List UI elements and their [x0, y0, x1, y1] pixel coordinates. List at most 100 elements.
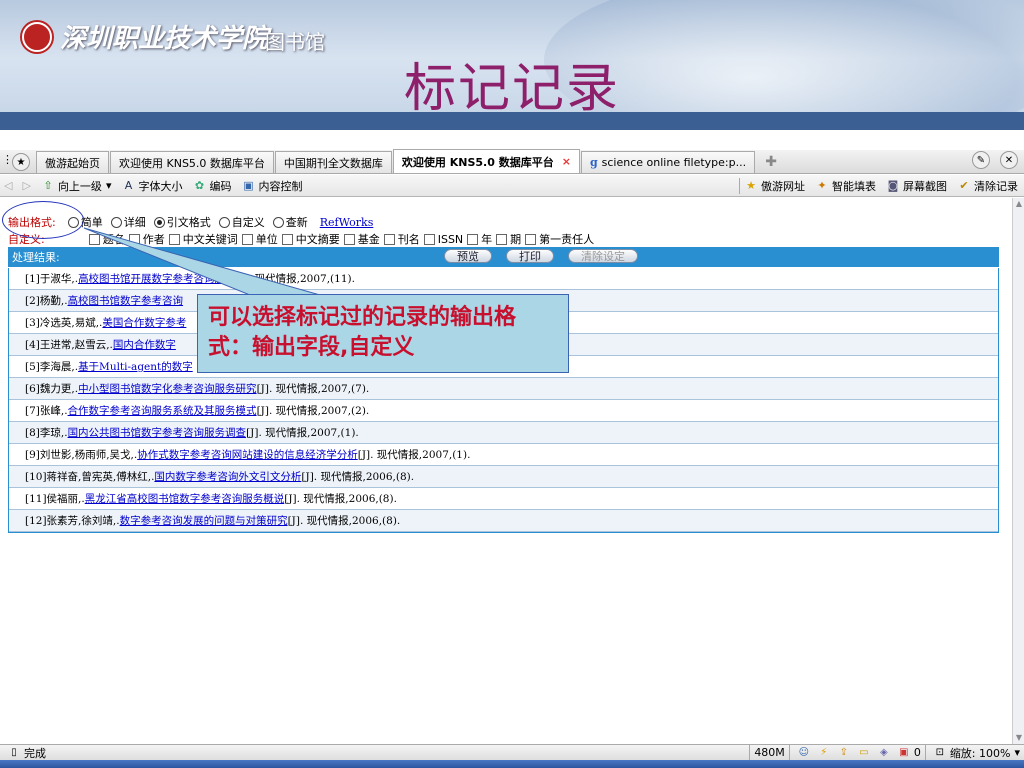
status-text: 完成: [24, 746, 46, 760]
font-icon: A: [124, 178, 133, 192]
custom-fields-row: 自定义: 题名 作者 中文关键词 单位 中文摘要 基金 刊名 ISSN 年 期 …: [8, 232, 595, 247]
record-title-link[interactable]: 协作式数字参考咨询网站建设的信息经济学分析: [137, 447, 358, 462]
field-checkbox[interactable]: [343, 233, 355, 245]
field-checkbox[interactable]: [383, 233, 395, 245]
record-title-link[interactable]: 数字参考咨询发展的问题与对策研究: [120, 513, 288, 528]
highlight-ellipse: [2, 201, 84, 239]
browser-toolbar: ◁ ▷ ⇧ 向上一级 ▾ A 字体大小 ✿ 编码 ▣ 内容控制 ★ 傲游网址 ✦ 智能填表 ◙…: [0, 175, 1024, 197]
user-icon[interactable]: ☺: [797, 747, 811, 759]
record-title-link[interactable]: 国内公共图书馆数字参考咨询服务调查: [68, 425, 247, 440]
page-icon: ▯: [11, 746, 17, 758]
banner-stripe: [0, 112, 1024, 130]
radio-detailed[interactable]: [110, 216, 122, 228]
record-row: [12]张素芳,徐刘靖,. 数字参考咨询发展的问题与对策研究 [J]. 现代情报,2…: [9, 510, 998, 532]
camera-icon: ◙: [887, 178, 899, 192]
up-level-button[interactable]: ⇧ 向上一级 ▾: [41, 178, 111, 194]
scroll-up-icon[interactable]: ▲: [1013, 198, 1024, 210]
tools-wrench-icon[interactable]: ✎: [972, 151, 990, 169]
record-row: [11]侯福丽,. 黑龙江省高校图书馆数字参考咨询服务概说 [J]. 现代情报,20…: [9, 488, 998, 510]
field-checkbox[interactable]: [525, 233, 537, 245]
callout-box: 可以选择标记过的记录的输出格式：输出字段,自定义: [197, 294, 569, 373]
tab-kns-1[interactable]: 欢迎使用 KNS5.0 数据库平台: [110, 151, 274, 173]
smart-fill-button[interactable]: ✦ 智能填表: [815, 178, 876, 194]
shield-icon[interactable]: ◈: [877, 747, 891, 759]
refworks-link[interactable]: RefWorks: [320, 216, 374, 229]
tab-cnki-journal[interactable]: 中国期刊全文数据库: [274, 151, 392, 173]
zoom-level[interactable]: 缩放: 100%: [950, 745, 1011, 761]
status-bar: ▯ 完成 480M ☺ ⚡ ⇪ ▭ ◈ ▣ 0 ⊡ 缩放: 100% ▾: [0, 744, 1024, 761]
record-row: [8]李琼,. 国内公共图书馆数字参考咨询服务调查 [J]. 现代情报,2007,(…: [9, 422, 998, 444]
record-row: [6]魏力更,. 中小型图书馆数字化参考咨询服务研究 [J]. 现代情报,2007,…: [9, 378, 998, 400]
page-content: 输出格式: 简单 详细 引文格式 自定义 查新 RefWorks 自定义: 题名…: [0, 198, 1012, 744]
slide-banner: 深圳职业技术学院 图书馆 标记记录: [0, 0, 1024, 130]
tab-label: 欢迎使用 KNS5.0 数据库平台: [119, 156, 265, 170]
tabbar-grip[interactable]: ⋮: [2, 153, 13, 173]
record-row: [9]刘世影,杨雨师,吴戈,. 协作式数字参考咨询网站建设的信息经济学分析 [J].…: [9, 444, 998, 466]
tab-close-icon[interactable]: ×: [562, 155, 571, 168]
record-title-link[interactable]: 合作数字参考咨询服务系统及其服务模式: [68, 403, 257, 418]
font-size-button[interactable]: A 字体大小: [121, 178, 183, 194]
new-tab-plus-icon[interactable]: ✚: [762, 153, 780, 171]
tab-google-search[interactable]: g science online filetype:p...: [580, 151, 756, 173]
vertical-scrollbar[interactable]: ▲ ▼: [1012, 198, 1024, 744]
up-arrow-icon: ⇧: [43, 178, 53, 192]
star-icon: ★: [746, 178, 756, 192]
record-title-link[interactable]: 高校图书馆开展数字参考咨询服务: [78, 271, 236, 286]
back-arrow-icon[interactable]: ◁: [4, 179, 12, 192]
field-checkbox[interactable]: [241, 233, 253, 245]
record-row: [1]于淑华,. 高校图书馆开展数字参考咨询服务 [J]. 现代情报,2007,(1…: [9, 268, 998, 290]
record-title-link[interactable]: 基于Multi-agent的数字: [78, 359, 193, 374]
screenshot-button[interactable]: ◙ 屏幕截图: [886, 178, 947, 194]
share-icon[interactable]: ⇪: [837, 747, 851, 759]
field-checkbox[interactable]: [128, 233, 140, 245]
field-checkbox[interactable]: [88, 233, 100, 245]
record-title-link[interactable]: 中小型图书馆数字化参考咨询服务研究: [78, 381, 257, 396]
field-checkbox[interactable]: [281, 233, 293, 245]
encoding-icon: ✿: [194, 178, 205, 192]
taskbar-strip: [0, 760, 1024, 768]
folder-icon[interactable]: ▭: [857, 747, 871, 759]
content-control-icon: ▣: [243, 178, 254, 192]
maxthon-bookmarks-button[interactable]: ★ 傲游网址: [744, 178, 805, 194]
scroll-down-icon[interactable]: ▼: [1013, 732, 1024, 744]
google-favicon-icon: g: [589, 156, 598, 169]
slide-title: 标记记录: [403, 59, 620, 119]
record-title-link[interactable]: 高校图书馆数字参考咨询: [68, 293, 184, 308]
content-control-button[interactable]: ▣ 内容控制: [241, 178, 302, 194]
field-checkbox[interactable]: [423, 233, 435, 245]
result-label: 处理结果:: [12, 251, 60, 264]
favorite-star-icon[interactable]: ★: [12, 153, 30, 171]
field-checkbox[interactable]: [496, 233, 508, 245]
tab-label: 欢迎使用 KNS5.0 数据库平台: [401, 155, 554, 169]
radio-citation[interactable]: [153, 216, 165, 228]
radio-custom[interactable]: [218, 216, 230, 228]
close-all-icon[interactable]: ✕: [1000, 151, 1018, 169]
clear-settings-button[interactable]: 清除设定: [568, 249, 638, 263]
field-checkbox[interactable]: [168, 233, 180, 245]
clear-history-button[interactable]: ✔ 清除记录: [957, 178, 1018, 194]
tab-kns-active[interactable]: 欢迎使用 KNS5.0 数据库平台 ×: [392, 149, 580, 173]
tab-start-page[interactable]: 傲游起始页: [36, 151, 109, 173]
record-title-link[interactable]: 国内数字参考咨询外文引文分析: [154, 469, 301, 484]
memory-indicator[interactable]: 480M: [754, 746, 785, 759]
magic-wand-icon: ✦: [817, 178, 827, 192]
zoom-icon: ⊡: [935, 746, 944, 758]
encoding-button[interactable]: ✿ 编码: [192, 178, 232, 194]
field-checkbox[interactable]: [467, 233, 479, 245]
forward-arrow-icon[interactable]: ▷: [22, 179, 30, 192]
print-button[interactable]: 打印: [506, 249, 554, 263]
preview-button[interactable]: 预览: [444, 249, 492, 263]
result-header-bar: 处理结果: 预览 打印 清除设定: [8, 247, 999, 267]
popup-blocker-icon[interactable]: ▣: [897, 747, 911, 759]
lightning-icon[interactable]: ⚡: [817, 747, 831, 759]
zoom-dropdown-icon[interactable]: ▾: [1014, 746, 1020, 759]
record-row: [7]张峰,. 合作数字参考咨询服务系统及其服务模式 [J]. 现代情报,2007,…: [9, 400, 998, 422]
record-title-link[interactable]: 黑龙江省高校图书馆数字参考咨询服务概说: [85, 491, 285, 506]
radio-novelty[interactable]: [272, 216, 284, 228]
tab-label: science online filetype:p...: [601, 156, 747, 169]
popup-counter: 0: [913, 746, 921, 759]
browser-tab-bar: ⋮ ★ 傲游起始页 欢迎使用 KNS5.0 数据库平台 中国期刊全文数据库 欢迎…: [0, 149, 1024, 174]
tab-label: 中国期刊全文数据库: [283, 156, 383, 170]
record-title-link[interactable]: 国内合作数字: [113, 337, 176, 352]
record-title-link[interactable]: 美国合作数字参考: [102, 315, 186, 330]
